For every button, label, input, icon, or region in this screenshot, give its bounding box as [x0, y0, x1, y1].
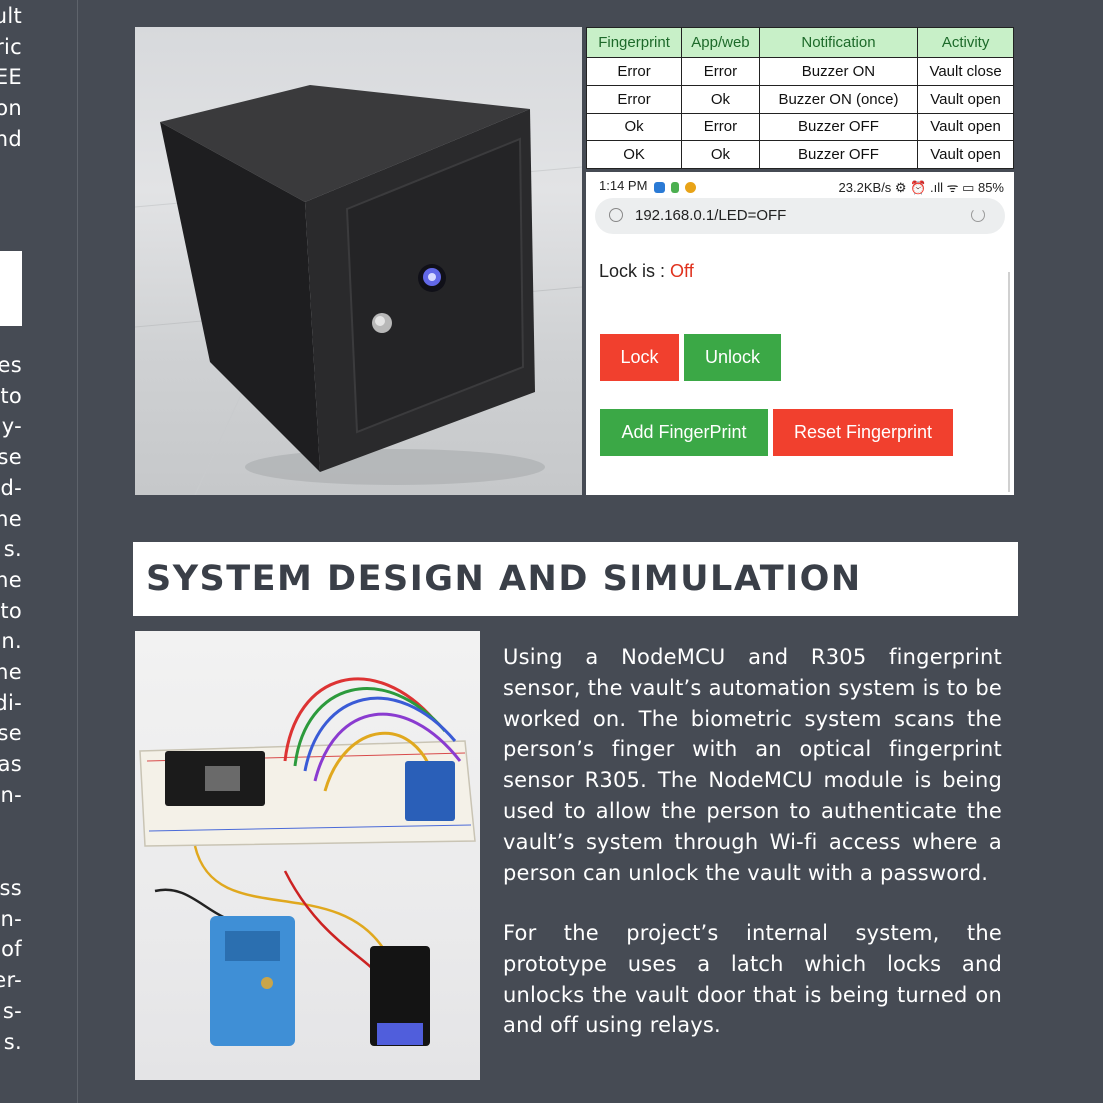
table-cell: Ok [681, 84, 760, 114]
lock-button[interactable]: Lock [600, 334, 679, 381]
left-text-line: se [0, 445, 22, 470]
table-cell: Buzzer OFF [758, 140, 919, 169]
lock-status-label: Lock is : [599, 261, 671, 281]
table-cell: Vault close [917, 57, 1014, 86]
unlock-button[interactable]: Unlock [684, 334, 781, 381]
left-text-line: di- [0, 690, 22, 715]
notification-icons [654, 179, 702, 194]
table-cell: Buzzer ON [758, 57, 919, 86]
phone-web-ui-screenshot: 1:14 PM 23.2KB/s ⚙ ⏰ .ıll ᯤ ▭ 85% 192.16… [586, 172, 1014, 495]
left-white-box [0, 251, 22, 326]
status-time: 1:14 PM [599, 178, 648, 193]
left-text-line: er- [0, 968, 22, 993]
table-cell: OK [585, 140, 683, 169]
vault-box-illustration [135, 85, 582, 495]
left-text-line: se [0, 721, 22, 746]
left-text-line: of [1, 937, 22, 962]
lock-status-value: Off [670, 261, 694, 281]
scrollbar[interactable] [1008, 272, 1010, 492]
phone-status-bar: 1:14 PM 23.2KB/s ⚙ ⏰ .ıll ᯤ ▭ 85% [586, 172, 1014, 198]
left-column-clipped: ult ric EE on nd es to y-se d-he s. he to n. he di-se… [0, 0, 22, 1103]
table-row: Error Error Buzzer ON Vault close [585, 57, 1014, 86]
table-cell: Vault open [917, 112, 1014, 142]
table-cell: Vault open [917, 140, 1014, 169]
section-heading: SYSTEM DESIGN AND SIMULATION [133, 542, 1018, 616]
left-text-line: nd [0, 126, 22, 151]
left-text-line: to [0, 598, 22, 623]
left-text-line: on [0, 96, 22, 121]
left-text-line: s. [3, 1029, 22, 1054]
truth-table-panel: Fingerprint App/web Notification Activit… [585, 27, 1014, 169]
table-header-cell: Fingerprint [585, 27, 683, 58]
left-text-line: ss [0, 876, 22, 900]
status-indicators: 23.2KB/s ⚙ ⏰ .ıll ᯤ ▭ 85% [838, 180, 1004, 195]
left-text-line: s- [2, 998, 22, 1023]
left-text-line: d- [0, 475, 22, 500]
reset-fingerprint-button[interactable]: Reset Fingerprint [773, 409, 953, 456]
url-text[interactable]: 192.168.0.1/LED=OFF [635, 207, 786, 224]
left-text-line: s. [3, 537, 22, 562]
body-paragraph-1: Using a NodeMCU and R305 fingerprint sen… [503, 645, 1002, 885]
table-row: Error Ok Buzzer ON (once) Vault open [585, 84, 1014, 114]
column-divider [77, 0, 78, 1103]
table-cell: Ok [681, 140, 760, 169]
table-cell: Buzzer OFF [758, 112, 919, 142]
left-text-line: n- [0, 782, 22, 807]
lock-status: Lock is : Off [599, 261, 694, 282]
body-paragraph-2: For the project’s internal system, the p… [503, 921, 1002, 1038]
table-cell: Error [681, 57, 760, 86]
left-text-line: he [0, 660, 22, 684]
app-icon [654, 182, 665, 194]
table-cell: Buzzer ON (once) [758, 84, 919, 114]
table-row: Ok Error Buzzer OFF Vault open [585, 112, 1014, 142]
reload-icon[interactable] [971, 208, 985, 222]
left-text-line: n- [0, 906, 22, 931]
left-text-line: ric [0, 34, 22, 59]
left-text-line: as [0, 752, 22, 777]
table-cell: Error [585, 57, 683, 86]
battery-saver-icon [671, 182, 679, 194]
left-text-line: he [0, 567, 22, 592]
table-cell: Error [681, 112, 760, 142]
table-cell: Error [585, 84, 683, 114]
circuit-breadboard-photo [135, 631, 480, 1080]
left-text-line: n. [1, 629, 22, 654]
vault-box-photo [135, 27, 582, 495]
table-header-cell: Notification [758, 27, 919, 58]
left-text-line: EE [0, 65, 22, 90]
truth-table-header-row: Fingerprint App/web Notification Activit… [585, 27, 1014, 58]
table-header-cell: App/web [681, 27, 760, 58]
truth-table: Fingerprint App/web Notification Activit… [585, 27, 1014, 169]
left-text-line: he [0, 506, 22, 531]
left-text-line: es [0, 353, 22, 377]
table-row: OK Ok Buzzer OFF Vault open [585, 140, 1014, 169]
address-bar[interactable]: 192.168.0.1/LED=OFF [595, 198, 1005, 234]
site-info-icon[interactable] [609, 208, 623, 222]
add-fingerprint-button[interactable]: Add FingerPrint [600, 409, 768, 456]
table-header-cell: Activity [917, 27, 1014, 58]
circuit-illustration [139, 677, 476, 1046]
left-text-line: y- [1, 414, 22, 439]
left-text-line: to [0, 383, 22, 408]
chrome-icon [685, 182, 696, 194]
left-text-line: ult [0, 4, 22, 28]
table-cell: Vault open [917, 84, 1014, 114]
table-cell: Ok [585, 112, 683, 142]
